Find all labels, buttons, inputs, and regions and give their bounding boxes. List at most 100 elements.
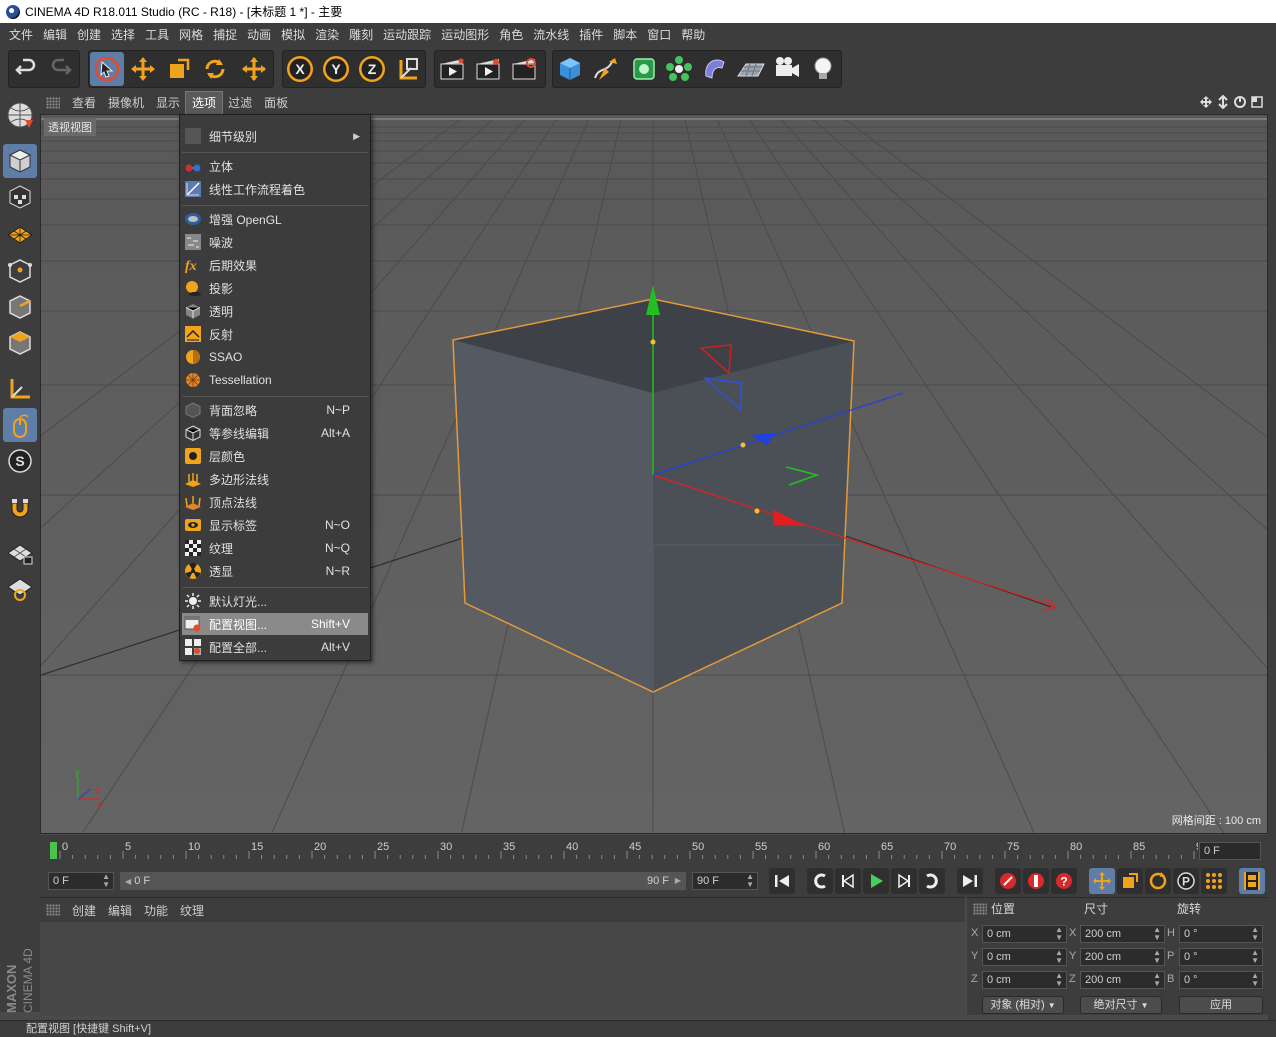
add-array-button[interactable] [662,52,696,86]
spinner-icon[interactable]: ▲ ▼ [102,873,110,889]
position-x-field[interactable]: 0 cm ▲ ▼ [982,925,1067,943]
scale-key-button[interactable] [1117,868,1143,894]
size-x-field[interactable]: 200 cm ▲ ▼ [1080,925,1165,943]
previous-frame-button[interactable] [835,868,861,894]
menu-item-isoline-editing[interactable]: 等参线编辑 Alt+A [182,422,368,444]
viewport-menu-options[interactable]: 选项 [185,91,224,115]
add-camera-button[interactable] [770,52,804,86]
add-light-button[interactable] [806,52,840,86]
workplane-mode-button[interactable] [3,216,37,250]
position-z-field[interactable]: 0 cm ▲ ▼ [982,971,1067,989]
position-key-button[interactable] [1089,868,1115,894]
material-menu-function[interactable]: 功能 [138,902,174,919]
menu-item-enhanced-opengl[interactable]: 增强 OpenGL [182,208,368,230]
current-frame-marker[interactable] [50,842,57,859]
enable-snap-button[interactable] [3,490,37,524]
record-active-objects-button[interactable] [995,868,1021,894]
render-settings-button[interactable] [507,52,541,86]
menu-item-backface-culling[interactable]: 背面忽略 N~P [182,399,368,421]
menu-item-display-tags[interactable]: 显示标签 N~O [182,514,368,536]
menu-item-vertex-normals[interactable]: 顶点法线 [182,491,368,513]
scale-tool-button[interactable] [162,52,196,86]
panel-grip-handle[interactable] [46,904,60,916]
menu-motion-tracker[interactable]: 运动跟踪 [378,23,436,47]
menu-item-layer-color[interactable]: 层颜色 [182,445,368,467]
menu-item-reflection[interactable]: 反射 [182,323,368,345]
next-frame-button[interactable] [891,868,917,894]
menu-select[interactable]: 选择 [106,23,140,47]
redo-button[interactable] [44,52,78,86]
menu-plugins[interactable]: 插件 [574,23,608,47]
parameter-key-button[interactable]: P [1173,868,1199,894]
menu-item-linear-workflow[interactable]: 线性工作流程着色 [182,178,368,200]
menu-mograph[interactable]: 运动图形 [436,23,494,47]
add-cube-button[interactable] [553,52,587,86]
y-axis-lock-button[interactable]: Y [319,52,353,86]
goto-start-button[interactable] [769,868,795,894]
solo-mode-button[interactable]: S [3,444,37,478]
add-subdivision-surface-button[interactable] [627,52,661,86]
size-mode-dropdown[interactable]: 绝对尺寸 ▼ [1080,996,1162,1014]
start-frame-field[interactable]: 0 F ▲ ▼ [48,872,114,890]
goto-previous-key-button[interactable] [807,868,833,894]
add-spline-button[interactable] [589,52,623,86]
menu-snap[interactable]: 捕捉 [208,23,242,47]
menu-create[interactable]: 创建 [72,23,106,47]
undo-button[interactable] [9,52,43,86]
rotate-tool-button[interactable] [198,52,232,86]
workplane-align-button[interactable] [3,572,37,606]
viewport-menu-panel[interactable]: 面板 [258,92,294,114]
make-editable-button[interactable] [3,98,37,132]
apply-button[interactable]: 应用 [1179,996,1263,1014]
zoom-view-icon[interactable] [1216,95,1230,109]
menu-window[interactable]: 窗口 [642,23,676,47]
timeline-window-button[interactable] [1239,868,1265,894]
edges-mode-button[interactable] [3,290,37,324]
transform-tool-button[interactable] [237,52,271,86]
preview-range-slider[interactable]: ◀ 0 F 90 F ▶ [120,872,686,890]
rotation-h-field[interactable]: 0 ° ▲ ▼ [1179,925,1263,943]
menu-simulate[interactable]: 模拟 [276,23,310,47]
range-left-arrow-icon[interactable]: ◀ [125,877,131,886]
panel-grip-handle[interactable] [973,903,987,915]
viewport-menu-filter[interactable]: 过滤 [222,92,258,114]
menu-mesh[interactable]: 网格 [174,23,208,47]
goto-next-key-button[interactable] [919,868,945,894]
menu-sculpt[interactable]: 雕刻 [344,23,378,47]
menu-item-polygon-normals[interactable]: 多边形法线 [182,468,368,490]
rotation-b-field[interactable]: 0 ° ▲ ▼ [1179,971,1263,989]
viewport-menu-cameras[interactable]: 摄像机 [102,92,150,114]
viewport-menu-display[interactable]: 显示 [150,92,186,114]
maximize-view-icon[interactable] [1250,95,1264,109]
material-menu-edit[interactable]: 编辑 [102,902,138,919]
autokeying-button[interactable] [1023,868,1049,894]
size-z-field[interactable]: 200 cm ▲ ▼ [1080,971,1165,989]
rotation-p-field[interactable]: 0 ° ▲ ▼ [1179,948,1263,966]
current-frame-field[interactable]: 0 F [1199,842,1261,860]
point-level-animation-button[interactable] [1201,868,1227,894]
model-mode-button[interactable] [3,144,37,178]
add-floor-button[interactable] [734,52,768,86]
menu-item-default-light[interactable]: 默认灯光... [182,590,368,612]
texture-mode-button[interactable] [3,180,37,214]
workplane-lock-button[interactable] [3,536,37,570]
keyframe-selection-button[interactable]: ? [1051,868,1077,894]
menu-script[interactable]: 脚本 [608,23,642,47]
menu-item-stereo[interactable]: 立体 [182,155,368,177]
x-axis-lock-button[interactable]: X [283,52,317,86]
coordinate-mode-dropdown[interactable]: 对象 (相对) ▼ [982,996,1064,1014]
polygons-mode-button[interactable] [3,326,37,360]
rotation-key-button[interactable] [1145,868,1171,894]
live-selection-button[interactable] [90,52,124,86]
tweak-mode-button[interactable] [3,408,37,442]
material-menu-texture[interactable]: 纹理 [174,902,210,919]
menu-pipeline[interactable]: 流水线 [528,23,574,47]
render-to-picture-viewer-button[interactable] [471,52,505,86]
move-tool-button[interactable] [126,52,160,86]
axis-mode-button[interactable] [3,372,37,406]
timeline-ruler[interactable]: 0 5 10 15 20 25 30 35 40 45 50 55 60 65 70 75 80 85 90 [48,839,1198,861]
coordinate-system-button[interactable] [391,52,425,86]
render-view-button[interactable] [435,52,469,86]
pan-view-icon[interactable] [1199,95,1213,109]
menu-item-level-of-detail[interactable]: 细节级别 ▶ [182,125,368,147]
